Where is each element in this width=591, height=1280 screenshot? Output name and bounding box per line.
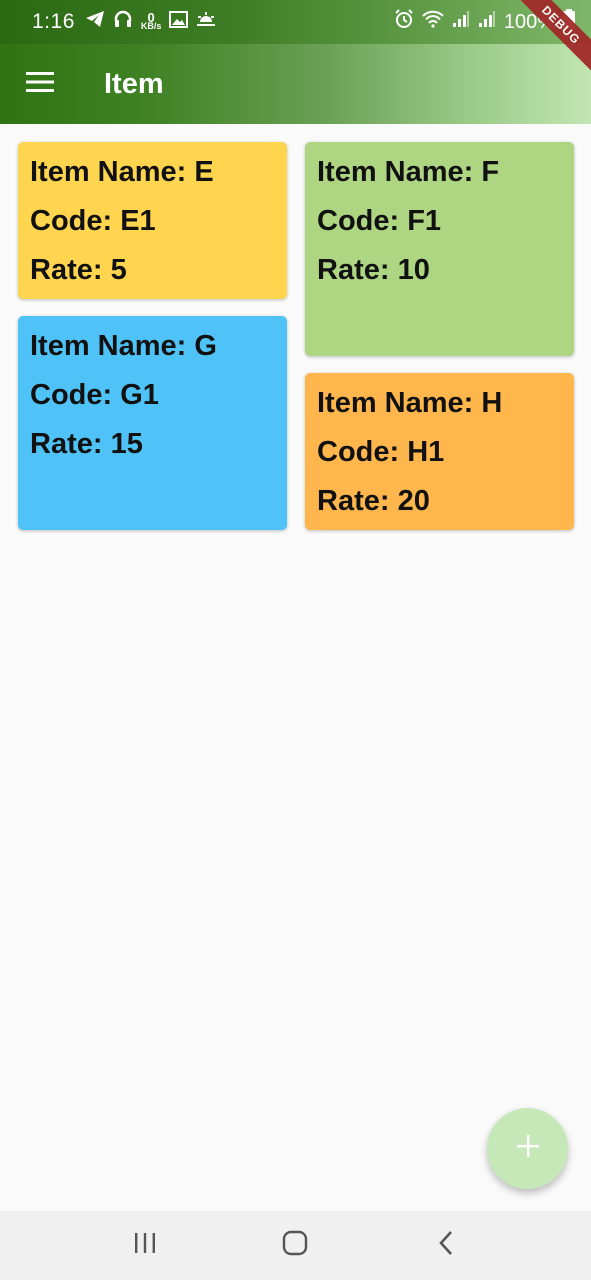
headphones-icon: [113, 9, 133, 35]
gallery-icon: [169, 10, 189, 34]
item-name: Item Name: F: [317, 156, 500, 188]
recent-apps-button[interactable]: [115, 1216, 175, 1276]
status-time: 1:16: [32, 10, 75, 33]
item-name: Item Name: G: [30, 330, 217, 362]
menu-icon: [26, 71, 54, 98]
item-code: Code: G1: [30, 379, 159, 411]
signal-icon-1: [452, 10, 470, 34]
weather-icon: [196, 11, 216, 34]
item-rate: Rate: 10: [317, 254, 430, 286]
item-name: Item Name: H: [317, 387, 503, 419]
telegram-icon: [85, 10, 105, 34]
item-column-right: Item Name: F Code: F1 Rate: 10 Item Name…: [305, 142, 574, 547]
item-card-f[interactable]: Item Name: F Code: F1 Rate: 10: [305, 142, 574, 356]
home-icon: [282, 1230, 308, 1261]
page-title: Item: [104, 67, 164, 100]
debug-banner-container: DEBUG: [491, 0, 591, 100]
item-card-h[interactable]: Item Name: H Code: H1 Rate: 20: [305, 373, 574, 530]
alarm-icon: [394, 9, 414, 35]
item-card-e[interactable]: Item Name: E Code: E1 Rate: 5: [18, 142, 287, 299]
back-icon: [438, 1230, 454, 1261]
network-speed: 0 KB/s: [140, 10, 162, 31]
menu-button[interactable]: [0, 44, 80, 124]
item-code: Code: H1: [317, 436, 445, 468]
system-nav-bar: [0, 1211, 591, 1280]
recent-apps-icon: [133, 1232, 157, 1259]
item-code: Code: F1: [317, 205, 442, 237]
item-card-g[interactable]: Item Name: G Code: G1 Rate: 15: [18, 316, 287, 530]
item-rate: Rate: 15: [30, 428, 143, 460]
plus-icon: [516, 1134, 540, 1163]
item-code: Code: E1: [30, 205, 156, 237]
item-rate: Rate: 20: [317, 485, 430, 517]
item-column-left: Item Name: E Code: E1 Rate: 5 Item Name:…: [18, 142, 287, 547]
item-name: Item Name: E: [30, 156, 214, 188]
status-icons-left: 0 KB/s: [85, 9, 217, 35]
wifi-icon: [422, 10, 444, 34]
add-item-button[interactable]: [487, 1108, 568, 1189]
back-button[interactable]: [416, 1216, 476, 1276]
home-button[interactable]: [265, 1216, 325, 1276]
debug-banner: DEBUG: [503, 0, 591, 83]
item-rate: Rate: 5: [30, 254, 127, 286]
